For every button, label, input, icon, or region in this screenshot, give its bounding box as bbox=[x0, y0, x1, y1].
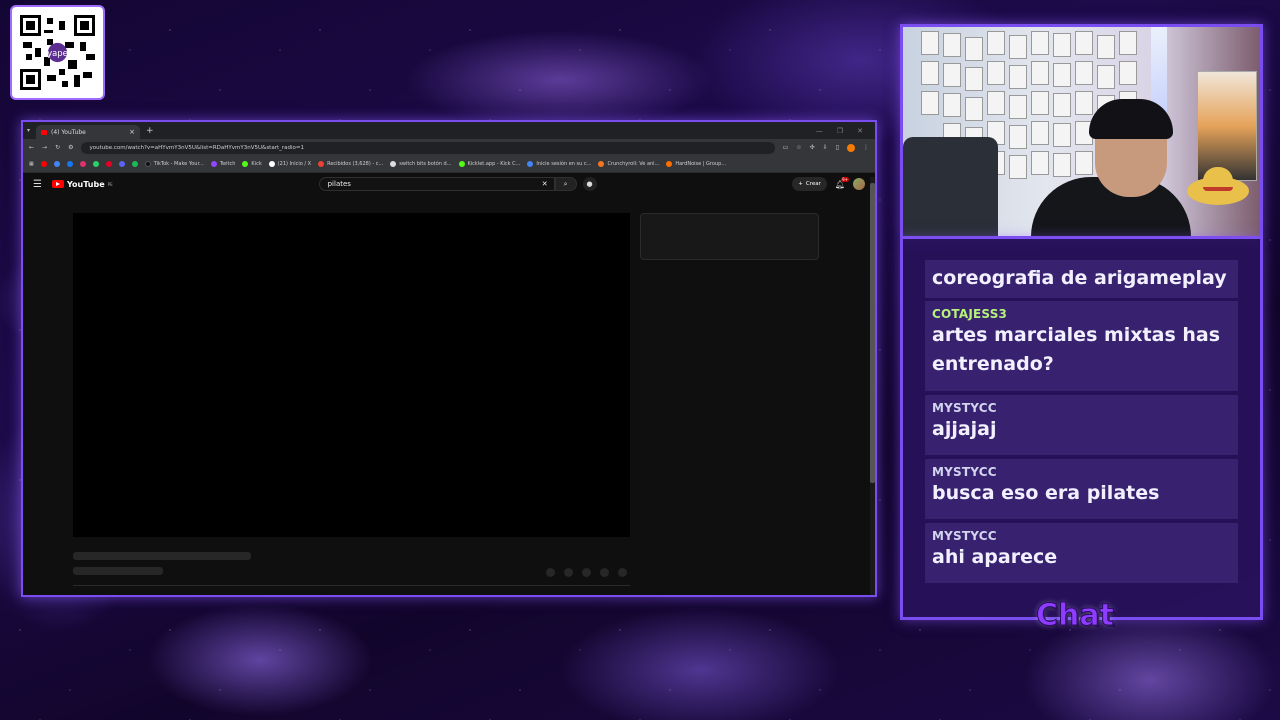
bookmark-item[interactable]: TikTok - Make Your... bbox=[144, 161, 204, 167]
youtube-header-actions: + Crear 🔔︎ 9+ bbox=[792, 176, 865, 191]
bookmark-item[interactable]: Inicie sesión en su c... bbox=[527, 161, 591, 167]
create-button[interactable]: + Crear bbox=[792, 177, 827, 191]
microphone-icon: ● bbox=[586, 180, 593, 188]
search-button[interactable]: ⌕ bbox=[554, 177, 577, 191]
profile-icon[interactable] bbox=[847, 143, 855, 152]
back-icon[interactable]: ← bbox=[29, 144, 34, 151]
bookmark-item[interactable]: (21) Inicio / X bbox=[268, 161, 311, 167]
bookmark-item[interactable]: Crunchyroll: Ve ani... bbox=[598, 161, 659, 167]
minimize-icon[interactable]: — bbox=[816, 127, 823, 135]
chat-panel: coreografia de arigameplay COTAJESS3 art… bbox=[900, 239, 1263, 620]
bookmark-item[interactable]: Kick bbox=[242, 161, 262, 167]
new-tab-button[interactable]: + bbox=[146, 126, 154, 136]
instagram-bookmark-icon[interactable] bbox=[79, 161, 86, 167]
whatsapp-bookmark-icon[interactable] bbox=[92, 161, 99, 167]
reload-icon[interactable]: ↻ bbox=[55, 144, 60, 151]
site-info-icon[interactable]: ⚙ bbox=[68, 144, 73, 151]
apps-icon[interactable]: ▦ bbox=[29, 161, 34, 167]
gaming-chair bbox=[903, 137, 998, 236]
browser-window: ▾ (4) YouTube × + — ❐ ✕ ← → ↻ ⚙ youtube.… bbox=[21, 120, 877, 597]
chat-username: COTAJESS3 bbox=[932, 307, 1008, 321]
action-buttons-skeleton bbox=[546, 568, 627, 577]
yape-qr-code: yape bbox=[12, 7, 103, 98]
chat-message: MYSTYCC ahi aparece bbox=[925, 523, 1238, 583]
qr-code-icon: yape bbox=[20, 15, 95, 90]
youtube-play-icon bbox=[51, 180, 64, 188]
google-bookmark-icon[interactable] bbox=[53, 161, 60, 167]
content-divider bbox=[73, 585, 630, 586]
downloads-icon[interactable]: ⇩ bbox=[823, 144, 828, 151]
voice-search-button[interactable]: ● bbox=[582, 177, 597, 191]
address-icons: ▭ ☆ ✣ ⇩ ▯ ⋮ bbox=[783, 143, 869, 152]
search-icon: ⌕ bbox=[563, 179, 568, 188]
url-text: youtube.com/watch?v=aHYvmY3nV5U&list=RDa… bbox=[89, 144, 304, 151]
browser-tab-bar: ▾ (4) YouTube × + — ❐ ✕ bbox=[23, 122, 875, 139]
bookmarks-bar: ▦ TikTok - Make Your... Twitch Kick (21)… bbox=[23, 156, 875, 173]
svg-text:yape: yape bbox=[47, 48, 68, 58]
scrollbar-thumb[interactable] bbox=[870, 183, 875, 483]
chat-username: MYSTYCC bbox=[932, 401, 997, 415]
youtube-bookmark-icon[interactable] bbox=[40, 161, 47, 167]
bookmark-star-icon[interactable]: ☆ bbox=[796, 144, 801, 151]
notification-badge: 9+ bbox=[841, 176, 849, 182]
tab-close-icon[interactable]: × bbox=[129, 128, 135, 136]
youtube-logo[interactable]: YouTube PE bbox=[51, 180, 113, 189]
channel-skeleton bbox=[73, 567, 163, 575]
browser-tab-youtube[interactable]: (4) YouTube × bbox=[36, 125, 141, 139]
bookmark-item[interactable]: Kicklet.app - Kick C... bbox=[458, 161, 520, 167]
anime-poster bbox=[1197, 71, 1257, 181]
video-player[interactable] bbox=[73, 213, 630, 537]
hamburger-menu-icon[interactable]: ☰ bbox=[33, 179, 42, 190]
chat-username: MYSTYCC bbox=[932, 529, 997, 543]
search-input[interactable]: pilates ✕ bbox=[318, 177, 555, 191]
chat-username: MYSTYCC bbox=[932, 465, 997, 479]
page-scrollbar[interactable] bbox=[870, 177, 875, 595]
spotify-bookmark-icon[interactable] bbox=[131, 161, 138, 167]
chat-message: MYSTYCC busca eso era pilates bbox=[925, 459, 1238, 519]
address-bar-row: ← → ↻ ⚙ youtube.com/watch?v=aHYvmY3nV5U&… bbox=[23, 139, 875, 156]
chat-message: coreografia de arigameplay bbox=[925, 260, 1238, 298]
title-skeleton bbox=[73, 552, 251, 560]
discord-bookmark-icon[interactable] bbox=[118, 161, 125, 167]
menu-kebab-icon[interactable]: ⋮ bbox=[863, 144, 869, 151]
url-input[interactable]: youtube.com/watch?v=aHYvmY3nV5U&list=RDa… bbox=[81, 141, 775, 154]
account-avatar[interactable] bbox=[853, 178, 865, 190]
facebook-bookmark-icon[interactable] bbox=[66, 161, 73, 167]
forward-icon[interactable]: → bbox=[42, 144, 47, 151]
pinterest-bookmark-icon[interactable] bbox=[105, 161, 112, 167]
chat-title: Chat bbox=[1036, 598, 1115, 634]
youtube-search: pilates ✕ ⌕ ● bbox=[318, 177, 597, 191]
youtube-favicon-icon bbox=[41, 129, 48, 135]
browser-tab-title: (4) YouTube bbox=[51, 128, 86, 136]
window-controls: — ❐ ✕ bbox=[816, 127, 875, 135]
bookmark-item[interactable]: Recibidos (3,628) - c... bbox=[318, 161, 383, 167]
bookmark-item[interactable]: switch bits botón d... bbox=[390, 161, 452, 167]
tab-search-icon[interactable]: ▾ bbox=[27, 127, 30, 134]
plus-icon: + bbox=[798, 181, 803, 187]
close-window-icon[interactable]: ✕ bbox=[857, 127, 863, 135]
sidebar-icon[interactable]: ▯ bbox=[836, 144, 839, 151]
extensions-icon[interactable]: ✣ bbox=[810, 144, 815, 151]
webcam-feed bbox=[900, 24, 1263, 239]
cast-icon[interactable]: ▭ bbox=[783, 144, 789, 151]
chat-message: MYSTYCC ajjajaj bbox=[925, 395, 1238, 455]
bookmark-item[interactable]: Twitch bbox=[210, 161, 235, 167]
clear-search-icon[interactable]: ✕ bbox=[542, 180, 548, 188]
maximize-icon[interactable]: ❐ bbox=[837, 127, 843, 135]
bookmark-item[interactable]: HardNoise | Group... bbox=[666, 161, 726, 167]
youtube-header: ☰ YouTube PE pilates ✕ ⌕ ● + Crear 🔔︎ 9+ bbox=[23, 173, 875, 195]
chat-message: COTAJESS3 artes marciales mixtas has ent… bbox=[925, 301, 1238, 391]
playlist-panel-placeholder bbox=[640, 213, 819, 260]
notifications-icon[interactable]: 🔔︎ 9+ bbox=[835, 176, 849, 189]
straw-hat-figure bbox=[1187, 167, 1249, 205]
